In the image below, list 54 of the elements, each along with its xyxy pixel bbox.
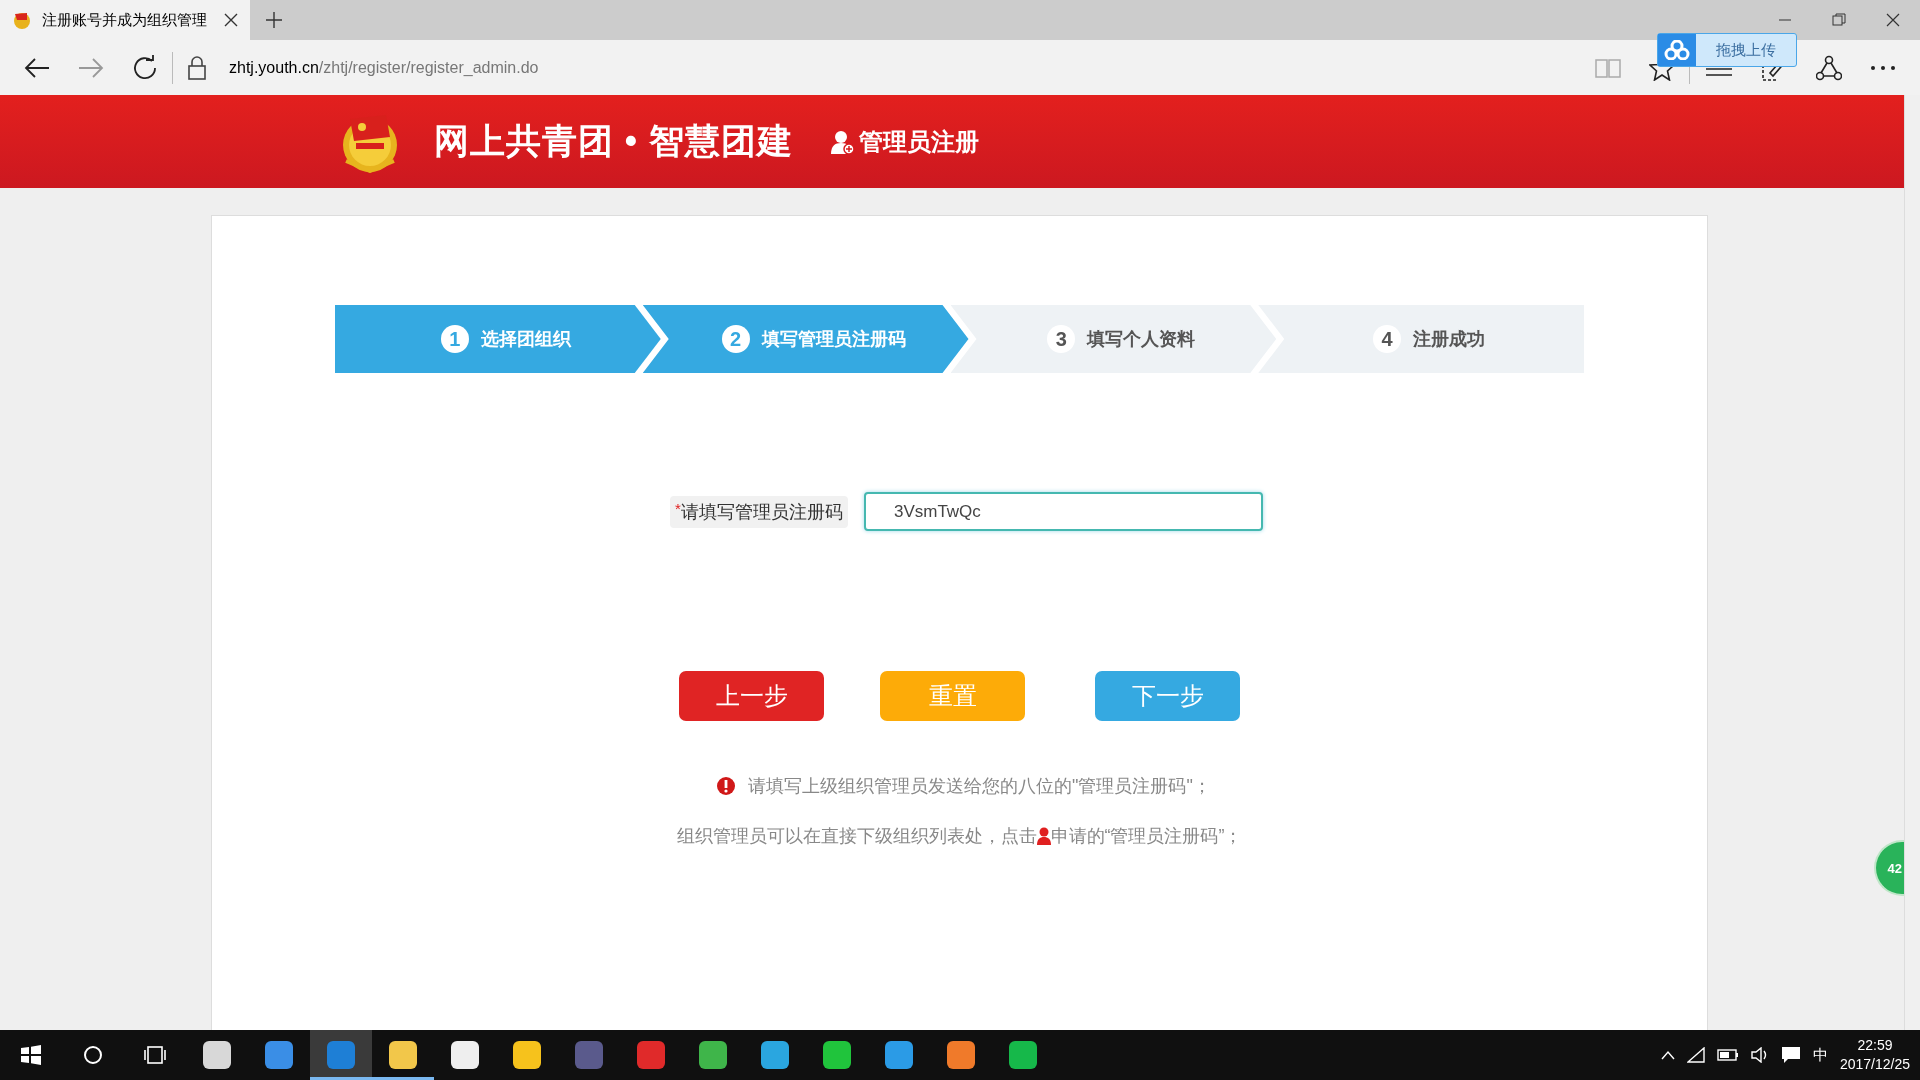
app-icon[interactable] xyxy=(202,1040,232,1070)
browser-tab[interactable]: 注册账号并成为组织管理 xyxy=(0,0,250,40)
input-method-indicator[interactable]: 中 xyxy=(1812,1045,1828,1065)
forward-icon[interactable] xyxy=(78,56,104,79)
lock-icon xyxy=(187,55,207,80)
tab-title: 注册账号并成为组织管理 xyxy=(42,10,207,30)
hint-text: 组织管理员可以在直接下级组织列表处，点击 xyxy=(676,825,1037,848)
previous-button[interactable]: 上一步 xyxy=(679,671,824,721)
refresh-icon[interactable] xyxy=(132,54,158,81)
step-label: 填写个人资料 xyxy=(1087,328,1196,351)
close-icon[interactable] xyxy=(1886,13,1900,27)
hint-text: 申请的“管理员注册码”； xyxy=(1050,825,1243,848)
app-icon[interactable] xyxy=(822,1040,852,1070)
field-label: *请填写管理员注册码 xyxy=(670,495,848,528)
back-icon[interactable] xyxy=(24,56,50,79)
app-icon[interactable] xyxy=(388,1040,418,1070)
taskbar-clock[interactable]: 22:59 2017/12/25 xyxy=(1839,1036,1910,1074)
step-number: 1 xyxy=(440,325,469,353)
volume-icon[interactable] xyxy=(1750,1047,1769,1063)
windows-icon[interactable] xyxy=(21,1045,41,1065)
step-number: 2 xyxy=(721,325,750,353)
app-icon[interactable] xyxy=(698,1040,728,1070)
step-number: 3 xyxy=(1047,325,1076,353)
notification-icon[interactable] xyxy=(1780,1046,1801,1064)
app-icon[interactable] xyxy=(884,1040,914,1070)
app-icon[interactable] xyxy=(760,1040,790,1070)
battery-icon[interactable] xyxy=(1716,1049,1739,1061)
emblem-icon xyxy=(12,10,32,30)
step-label: 选择团组织 xyxy=(480,328,571,351)
cloud-icon xyxy=(1664,40,1690,60)
close-icon[interactable] xyxy=(224,13,238,27)
chevron-up-icon[interactable] xyxy=(1660,1050,1675,1060)
search-icon[interactable] xyxy=(83,1045,103,1065)
step-number: 4 xyxy=(1373,325,1402,353)
task-view-icon[interactable] xyxy=(144,1045,166,1065)
hint-text: 请填写上级组织管理员发送给您的八位的"管理员注册码"； xyxy=(748,775,1211,798)
registration-code-input[interactable]: 3VsmTwQc xyxy=(863,492,1263,531)
page-subtitle: 管理员注册 xyxy=(858,126,979,157)
new-tab-icon[interactable] xyxy=(266,12,282,28)
upload-toast[interactable]: 拖拽上传 xyxy=(1657,33,1797,67)
app-icon[interactable] xyxy=(450,1040,480,1070)
admin-user-icon xyxy=(830,129,855,154)
site-title: 网上共青团 • 智慧团建 xyxy=(434,120,793,162)
address-field[interactable]: zhtj.youth.cn/zhtj/register/register_admin.do xyxy=(229,58,539,77)
app-icon[interactable] xyxy=(512,1040,542,1070)
more-icon[interactable] xyxy=(1870,64,1896,71)
warning-icon xyxy=(716,776,737,796)
user-icon xyxy=(1036,827,1051,845)
share-icon[interactable] xyxy=(1816,54,1842,81)
restore-icon[interactable] xyxy=(1832,13,1846,27)
step-label: 填写管理员注册码 xyxy=(761,328,906,351)
app-icon[interactable] xyxy=(1008,1040,1038,1070)
app-icon[interactable] xyxy=(946,1040,976,1070)
step-label: 注册成功 xyxy=(1413,328,1486,351)
